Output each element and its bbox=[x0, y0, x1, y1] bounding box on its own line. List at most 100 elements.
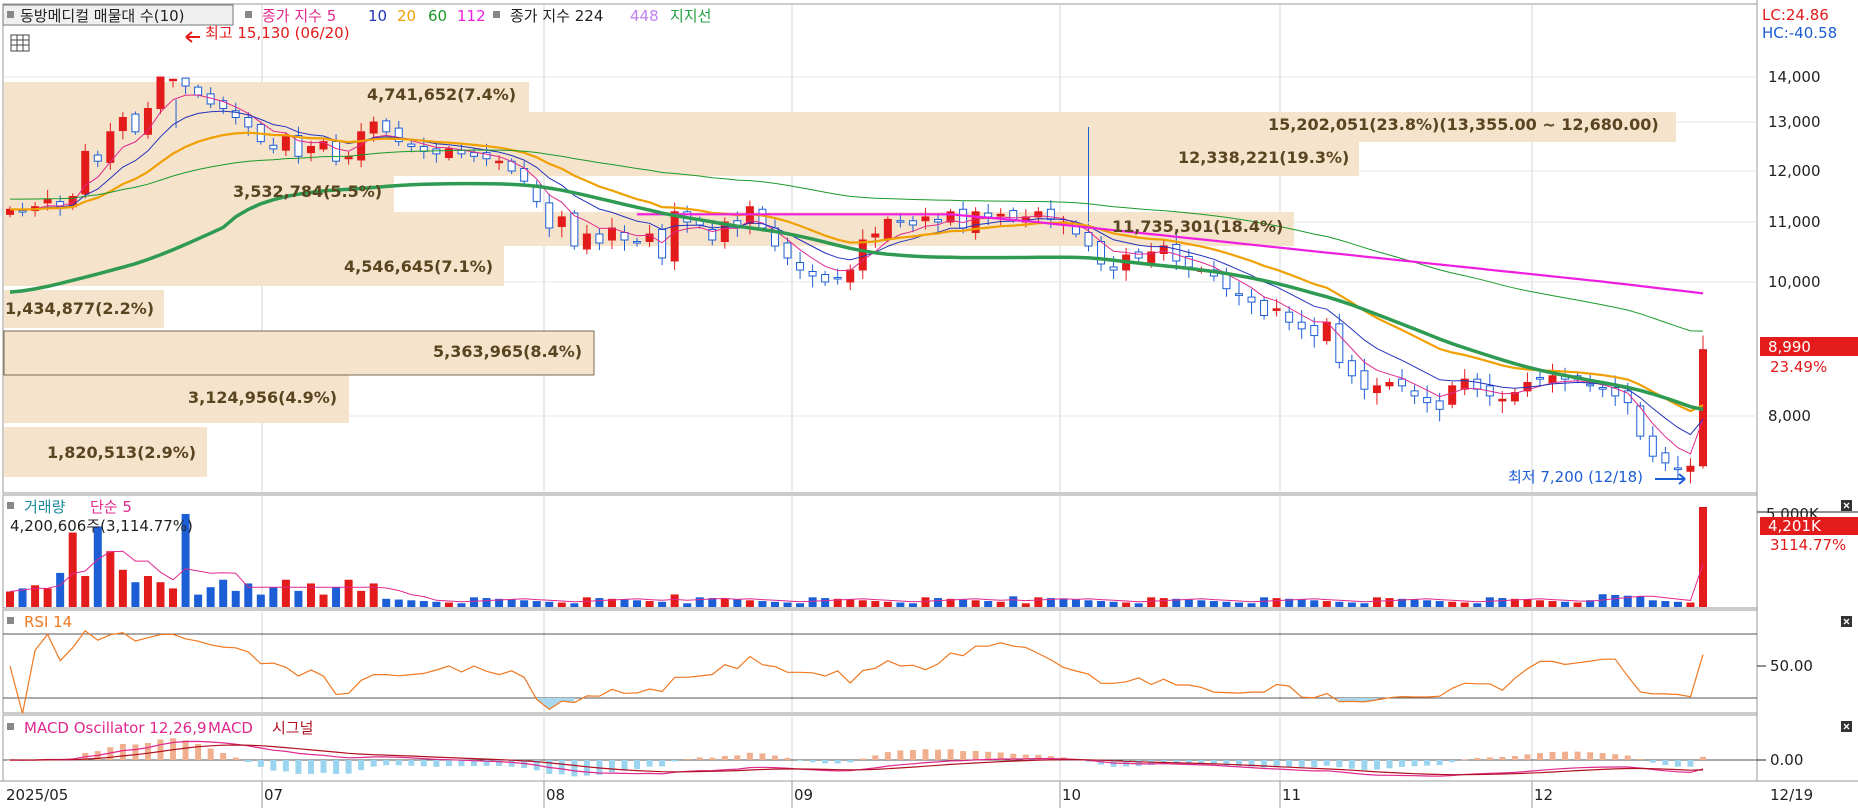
volume-bar[interactable] bbox=[871, 601, 880, 607]
volume-bar[interactable] bbox=[582, 597, 591, 607]
volume-bar[interactable] bbox=[770, 601, 779, 607]
candle[interactable] bbox=[1498, 398, 1507, 402]
volume-bar[interactable] bbox=[1636, 596, 1645, 607]
candle[interactable] bbox=[1473, 378, 1482, 390]
volume-bar[interactable] bbox=[507, 599, 516, 607]
candle[interactable] bbox=[833, 277, 842, 280]
table-icon[interactable] bbox=[10, 34, 30, 52]
candle[interactable] bbox=[81, 150, 90, 195]
candle[interactable] bbox=[281, 136, 290, 151]
candle[interactable] bbox=[1598, 387, 1607, 390]
candle[interactable] bbox=[1247, 296, 1256, 303]
volume-bar[interactable] bbox=[1460, 602, 1469, 607]
candle[interactable] bbox=[633, 241, 642, 244]
candle[interactable] bbox=[858, 239, 867, 271]
volume-bar[interactable] bbox=[658, 601, 667, 607]
candle[interactable] bbox=[921, 216, 930, 222]
volume-bar[interactable] bbox=[1360, 603, 1369, 607]
candle[interactable] bbox=[846, 269, 855, 283]
volume-bar[interactable] bbox=[908, 603, 917, 607]
volume-bar[interactable] bbox=[281, 579, 290, 607]
volume-bar[interactable] bbox=[821, 598, 830, 607]
candle[interactable] bbox=[1435, 400, 1444, 410]
close-panel-icon[interactable] bbox=[1841, 500, 1852, 511]
candle[interactable] bbox=[1360, 370, 1369, 390]
volume-bar[interactable] bbox=[1448, 601, 1457, 607]
candle[interactable] bbox=[908, 220, 917, 226]
volume-bar[interactable] bbox=[1109, 601, 1118, 607]
candle[interactable] bbox=[582, 233, 591, 250]
volume-bar[interactable] bbox=[1059, 598, 1068, 607]
candle[interactable] bbox=[1673, 467, 1682, 471]
volume-bar[interactable] bbox=[118, 569, 127, 607]
volume-bar[interactable] bbox=[357, 590, 366, 607]
candle[interactable] bbox=[883, 218, 892, 239]
volume-bar[interactable] bbox=[1272, 598, 1281, 607]
volume-bar[interactable] bbox=[645, 601, 654, 607]
candle[interactable] bbox=[796, 262, 805, 271]
volume-bar[interactable] bbox=[1322, 601, 1331, 607]
candle[interactable] bbox=[118, 117, 127, 132]
volume-bar[interactable] bbox=[407, 600, 416, 607]
close-panel-icon[interactable] bbox=[1841, 721, 1852, 732]
volume-bar[interactable] bbox=[883, 601, 892, 607]
volume-bar[interactable] bbox=[56, 572, 65, 607]
candle[interactable] bbox=[1285, 311, 1294, 323]
volume-bar[interactable] bbox=[419, 601, 428, 607]
volume-bar[interactable] bbox=[1523, 599, 1532, 607]
volume-bar[interactable] bbox=[482, 598, 491, 607]
candle[interactable] bbox=[131, 113, 140, 133]
candle[interactable] bbox=[570, 212, 579, 247]
stock-chart[interactable]: 최고 15,130 (06/20) 최저 7,200 (12/18) 4,741,6… bbox=[0, 0, 1858, 810]
volume-bar[interactable] bbox=[620, 599, 629, 607]
candle[interactable] bbox=[1260, 299, 1269, 316]
volume-bar[interactable] bbox=[1122, 602, 1131, 607]
candle[interactable] bbox=[557, 216, 566, 227]
volume-bar[interactable] bbox=[194, 594, 203, 607]
volume-bar[interactable] bbox=[1260, 597, 1269, 607]
candle[interactable] bbox=[783, 242, 792, 259]
volume-bar[interactable] bbox=[1209, 601, 1218, 607]
volume-bar[interactable] bbox=[1009, 596, 1018, 607]
volume-bar[interactable] bbox=[344, 579, 353, 607]
volume-bar[interactable] bbox=[570, 603, 579, 607]
volume-bar[interactable] bbox=[921, 597, 930, 607]
volume-bar[interactable] bbox=[143, 576, 152, 607]
candle[interactable] bbox=[43, 198, 52, 204]
candle[interactable] bbox=[1661, 452, 1670, 464]
volume-bar[interactable] bbox=[595, 598, 604, 607]
volume-bar[interactable] bbox=[896, 602, 905, 607]
volume-bar[interactable] bbox=[1297, 599, 1306, 607]
candle[interactable] bbox=[106, 131, 115, 163]
volume-bar[interactable] bbox=[332, 587, 341, 607]
volume-bar[interactable] bbox=[1159, 598, 1168, 607]
candle[interactable] bbox=[658, 229, 667, 259]
candle[interactable] bbox=[156, 76, 165, 109]
volume-bar[interactable] bbox=[1134, 603, 1143, 607]
candle[interactable] bbox=[1410, 390, 1419, 397]
volume-bar[interactable] bbox=[1234, 602, 1243, 607]
volume-bar[interactable] bbox=[984, 601, 993, 607]
volume-bar[interactable] bbox=[996, 601, 1005, 607]
volume-bar[interactable] bbox=[18, 588, 27, 607]
volume-bar[interactable] bbox=[733, 599, 742, 607]
candle[interactable] bbox=[670, 211, 679, 262]
candle[interactable] bbox=[1109, 266, 1118, 271]
candle[interactable] bbox=[1297, 321, 1306, 330]
candle[interactable] bbox=[595, 233, 604, 244]
candle[interactable] bbox=[306, 146, 315, 154]
volume-bar[interactable] bbox=[93, 526, 102, 607]
volume-bar[interactable] bbox=[557, 602, 566, 607]
volume-bar[interactable] bbox=[1310, 600, 1319, 607]
volume-bar[interactable] bbox=[231, 590, 240, 607]
volume-bar[interactable] bbox=[156, 582, 165, 607]
volume-bar[interactable] bbox=[319, 594, 328, 607]
candle[interactable] bbox=[1423, 397, 1432, 404]
candle[interactable] bbox=[607, 227, 616, 241]
candle[interactable] bbox=[1398, 378, 1407, 387]
volume-bar[interactable] bbox=[1071, 599, 1080, 607]
volume-bar[interactable] bbox=[1423, 600, 1432, 607]
candle[interactable] bbox=[871, 233, 880, 238]
candle[interactable] bbox=[369, 121, 378, 134]
candle[interactable] bbox=[169, 78, 178, 82]
